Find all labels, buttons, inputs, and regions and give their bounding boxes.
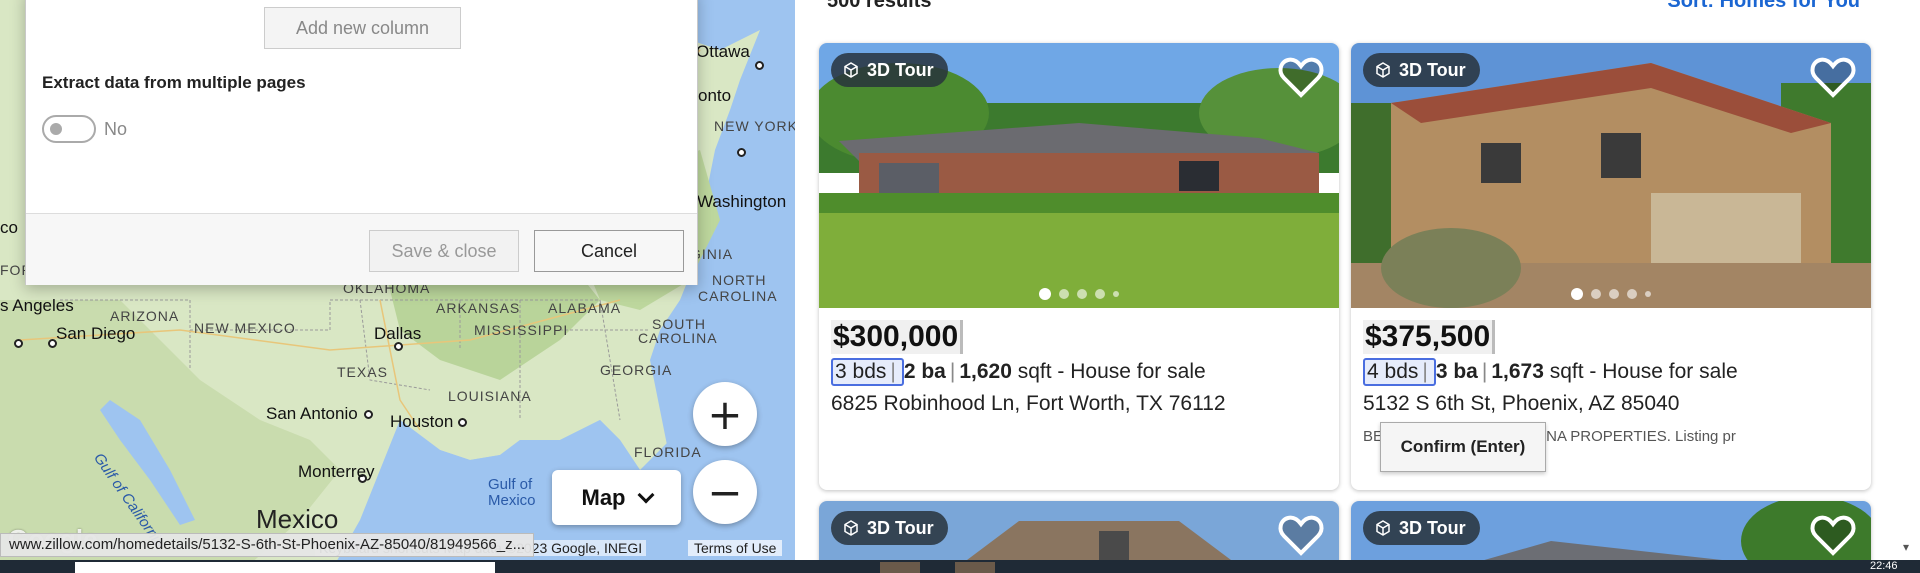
- save-close-button[interactable]: Save & close: [369, 230, 519, 272]
- taskbar: 22:46: [0, 560, 1920, 573]
- map-label-mississippi: MISSISSIPPI: [474, 322, 569, 338]
- map-type-button[interactable]: Map: [552, 470, 681, 525]
- zoom-out-button[interactable]: −: [693, 460, 757, 524]
- map-label-south-carolina: CAROLINA: [638, 330, 718, 346]
- extract-multiple-pages-label: Extract data from multiple pages: [42, 73, 306, 92]
- beds-count: 4 bds |: [1363, 358, 1436, 386]
- toggle-knob: [50, 123, 62, 135]
- city-marker: [458, 418, 467, 427]
- heart-icon[interactable]: [1809, 53, 1857, 101]
- chevron-down-icon: [637, 486, 654, 503]
- extract-pages-toggle[interactable]: [42, 115, 96, 143]
- listing-price: $375,500: [1363, 320, 1496, 354]
- city-marker: [737, 148, 746, 157]
- listing-photo[interactable]: 3D Tour: [1351, 43, 1871, 308]
- map-label-gulf-1: Gulf of: [488, 476, 533, 493]
- map-label-mexico: Mexico: [256, 504, 339, 534]
- status-bar-url: www.zillow.com/homedetails/5132-S-6th-St…: [0, 533, 535, 557]
- heart-icon[interactable]: [1277, 53, 1325, 101]
- dialog-footer: Save & close Cancel: [26, 213, 697, 285]
- map-label-alabama: ALABAMA: [548, 300, 622, 316]
- map-label-co: co: [0, 218, 18, 237]
- listing-type: sqft - House for sale: [1549, 360, 1738, 383]
- city-marker: [755, 61, 764, 70]
- map-label-ottawa: Ottawa: [696, 42, 750, 61]
- map-label-georgia: GEORGIA: [600, 362, 673, 378]
- heart-icon[interactable]: [1277, 511, 1325, 559]
- listings-panel: 500 results Sort: Homes for You 3D Tour …: [795, 0, 1920, 573]
- terms-of-use-link[interactable]: Terms of Use: [688, 540, 783, 556]
- map-panel[interactable]: Ottawa onto NEW YORK Washington GINIA NO…: [0, 0, 795, 573]
- toggle-state-label: No: [104, 119, 128, 139]
- taskbar-clock: 22:46: [1870, 560, 1898, 572]
- tour-badge-label: 3D Tour: [867, 517, 934, 538]
- map-label-louisiana: LOUISIANA: [448, 388, 532, 404]
- listing-type: sqft - House for sale: [1017, 360, 1206, 383]
- cancel-button[interactable]: Cancel: [534, 230, 684, 272]
- heart-icon[interactable]: [1809, 511, 1857, 559]
- cube-icon: [844, 62, 858, 78]
- sort-dropdown[interactable]: Sort: Homes for You: [1667, 0, 1860, 13]
- map-label-san-diego: San Diego: [56, 324, 136, 343]
- 3d-tour-badge: 3D Tour: [1363, 53, 1480, 87]
- results-count: 500 results: [827, 0, 932, 12]
- scraper-settings-dialog: Add new column Extract data from multipl…: [25, 0, 698, 285]
- map-label-arkansas: ARKANSAS: [436, 300, 521, 316]
- listing-address[interactable]: 5132 S 6th St, Phoenix, AZ 85040: [1363, 392, 1859, 416]
- map-label-monterrey: Monterrey: [298, 462, 375, 481]
- map-label-florida: FLORIDA: [634, 444, 702, 460]
- map-label-san-antonio: San Antonio: [266, 404, 358, 423]
- listing-photo[interactable]: 3D Tour: [819, 43, 1339, 308]
- map-label-toronto: onto: [698, 86, 732, 105]
- photo-carousel-dots[interactable]: [819, 288, 1339, 300]
- taskbar-app-icon[interactable]: [955, 562, 995, 573]
- tour-badge-label: 3D Tour: [867, 59, 934, 80]
- taskbar-search[interactable]: [75, 562, 495, 573]
- map-label-los-angeles: s Angeles: [0, 296, 74, 315]
- screen-root: Ottawa onto NEW YORK Washington GINIA NO…: [0, 0, 1920, 573]
- minus-icon: −: [707, 467, 743, 517]
- taskbar-app-icon[interactable]: [880, 562, 920, 573]
- tour-badge-label: 3D Tour: [1399, 59, 1466, 80]
- confirm-tooltip: Confirm (Enter): [1380, 422, 1546, 472]
- listing-address[interactable]: 6825 Robinhood Ln, Fort Worth, TX 76112: [831, 392, 1327, 416]
- listing-price: $300,000: [831, 320, 964, 354]
- map-label-gulf-2: Mexico: [488, 492, 536, 509]
- map-label-dallas: Dallas: [374, 324, 422, 343]
- baths-count: 2 ba: [903, 360, 946, 383]
- plus-icon: +: [707, 389, 743, 439]
- city-marker: [14, 339, 23, 348]
- listing-info: $300,000 3 bds | 2 ba | 1,620 sqft - House f…: [819, 308, 1339, 488]
- map-label-houston: Houston: [390, 412, 454, 431]
- listing-facts: 4 bds | 3 ba | 1,673 sqft - House for sale: [1363, 358, 1859, 386]
- listing-card[interactable]: 3D Tour $300,000 3 bds | 2 ba | 1,620 sqft -…: [819, 43, 1339, 490]
- map-label-new-mexico: NEW MEXICO: [194, 320, 296, 336]
- baths-count: 3 ba: [1435, 360, 1478, 383]
- listing-facts: 3 bds | 2 ba | 1,620 sqft - House for sale: [831, 358, 1327, 386]
- map-label-new-york: NEW YORK: [714, 118, 795, 134]
- map-label-north: NORTH: [712, 272, 767, 288]
- city-marker: [364, 410, 373, 419]
- scroll-down-arrow[interactable]: ▾: [1903, 540, 1909, 554]
- cube-icon: [844, 520, 858, 536]
- zoom-in-button[interactable]: +: [693, 382, 757, 446]
- photo-carousel-dots[interactable]: [1351, 288, 1871, 300]
- 3d-tour-badge: 3D Tour: [1363, 511, 1480, 545]
- cube-icon: [1376, 520, 1390, 536]
- add-column-button[interactable]: Add new column: [264, 7, 461, 49]
- map-label-texas: TEXAS: [337, 364, 388, 380]
- sqft-value: 1,673: [1491, 360, 1544, 383]
- 3d-tour-badge: 3D Tour: [831, 53, 948, 87]
- tour-badge-label: 3D Tour: [1399, 517, 1466, 538]
- map-label-arizona: ARIZONA: [110, 308, 180, 324]
- map-label-north-carolina: CAROLINA: [698, 288, 778, 304]
- map-label-washington: Washington: [697, 192, 787, 211]
- 3d-tour-badge: 3D Tour: [831, 511, 948, 545]
- beds-count: 3 bds |: [831, 358, 904, 386]
- sqft-value: 1,620: [959, 360, 1012, 383]
- map-type-label: Map: [581, 484, 626, 510]
- cube-icon: [1376, 62, 1390, 78]
